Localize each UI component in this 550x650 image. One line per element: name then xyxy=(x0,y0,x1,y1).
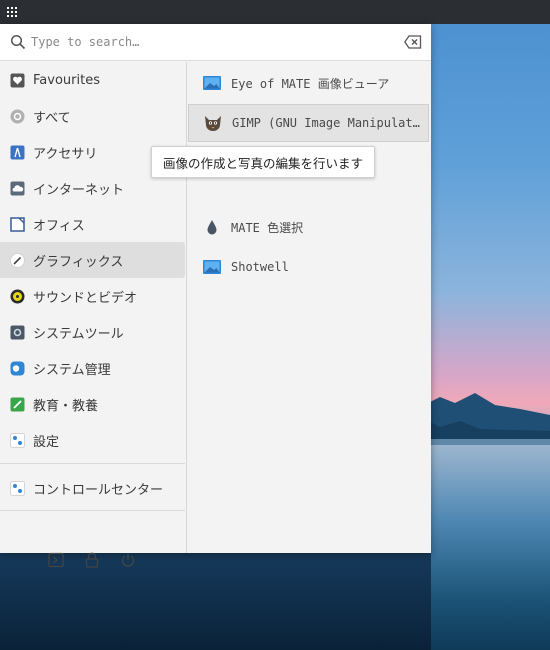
category-settings[interactable]: 設定 xyxy=(0,422,185,458)
application-menu: Favourites すべて アクセサリ インターネット xyxy=(0,24,431,568)
search-icon xyxy=(10,34,26,50)
lock-icon[interactable] xyxy=(84,552,100,568)
category-all[interactable]: すべて xyxy=(0,98,185,134)
heart-icon xyxy=(10,73,25,87)
shotwell-icon xyxy=(203,260,221,274)
session-actions xyxy=(0,544,185,576)
category-system-tools[interactable]: システムツール xyxy=(0,314,185,350)
app-label: Shotwell xyxy=(231,260,289,274)
category-sidebar: Favourites すべて アクセサリ インターネット オフィス グラフィック… xyxy=(0,62,187,568)
app-mate-color-select[interactable]: MATE 色選択 xyxy=(188,208,429,246)
office-icon xyxy=(10,216,25,232)
app-menu-button[interactable] xyxy=(0,0,24,24)
category-label: グラフィックス xyxy=(33,254,124,270)
category-label: システムツール xyxy=(33,326,124,342)
graphics-icon xyxy=(10,252,25,268)
app-label: GIMP (GNU Image Manipulation Program) xyxy=(232,116,422,130)
app-label: Eye of MATE 画像ビューア xyxy=(231,76,390,91)
category-sound-video[interactable]: サウンドとビデオ xyxy=(0,278,185,314)
clear-search-icon[interactable] xyxy=(404,35,422,49)
control-center-label: コントロールセンター xyxy=(33,482,164,498)
settings-icon xyxy=(10,432,25,448)
application-list: Eye of MATE 画像ビューア GIMP (GNU Image Manip… xyxy=(188,62,431,553)
accessories-icon xyxy=(10,145,25,159)
education-icon xyxy=(10,397,25,411)
category-label: システム管理 xyxy=(33,362,111,378)
sound-video-icon xyxy=(10,289,25,303)
category-office[interactable]: オフィス xyxy=(0,206,185,242)
category-label: すべて xyxy=(33,110,71,126)
all-apps-icon xyxy=(10,109,25,123)
category-label: インターネット xyxy=(33,182,125,198)
administration-icon xyxy=(10,361,25,375)
divider xyxy=(0,463,185,464)
color-picker-icon xyxy=(207,220,217,235)
search-bar xyxy=(0,24,431,61)
app-shotwell[interactable]: Shotwell xyxy=(188,248,429,286)
category-label: アクセサリ xyxy=(33,146,98,162)
app-eye-of-mate[interactable]: Eye of MATE 画像ビューア xyxy=(188,64,429,102)
category-education[interactable]: 教育・教養 xyxy=(0,386,185,422)
category-label: サウンドとビデオ xyxy=(33,290,138,306)
top-panel xyxy=(0,0,550,24)
category-label: 設定 xyxy=(33,434,60,450)
gimp-icon xyxy=(205,116,221,131)
category-label: 教育・教養 xyxy=(33,398,99,414)
search-input[interactable] xyxy=(31,32,391,52)
category-label: オフィス xyxy=(33,218,85,234)
power-icon[interactable] xyxy=(120,552,136,568)
category-label: Favourites xyxy=(33,72,100,88)
category-administration[interactable]: システム管理 xyxy=(0,350,185,386)
tooltip: 画像の作成と写真の編集を行います xyxy=(151,146,375,178)
grid-icon xyxy=(7,7,17,17)
image-viewer-icon xyxy=(203,76,221,90)
internet-icon xyxy=(10,181,25,195)
control-center-icon xyxy=(10,480,25,496)
app-gimp[interactable]: GIMP (GNU Image Manipulation Program) xyxy=(188,104,429,142)
category-graphics[interactable]: グラフィックス xyxy=(0,242,185,278)
tooltip-text: 画像の作成と写真の編集を行います xyxy=(162,155,363,171)
category-favourites[interactable]: Favourites xyxy=(0,62,185,98)
terminal-icon[interactable] xyxy=(48,552,64,568)
system-tools-icon xyxy=(10,325,25,339)
control-center-item[interactable]: コントロールセンター xyxy=(0,470,185,506)
divider xyxy=(0,510,185,511)
app-label: MATE 色選択 xyxy=(231,220,304,235)
